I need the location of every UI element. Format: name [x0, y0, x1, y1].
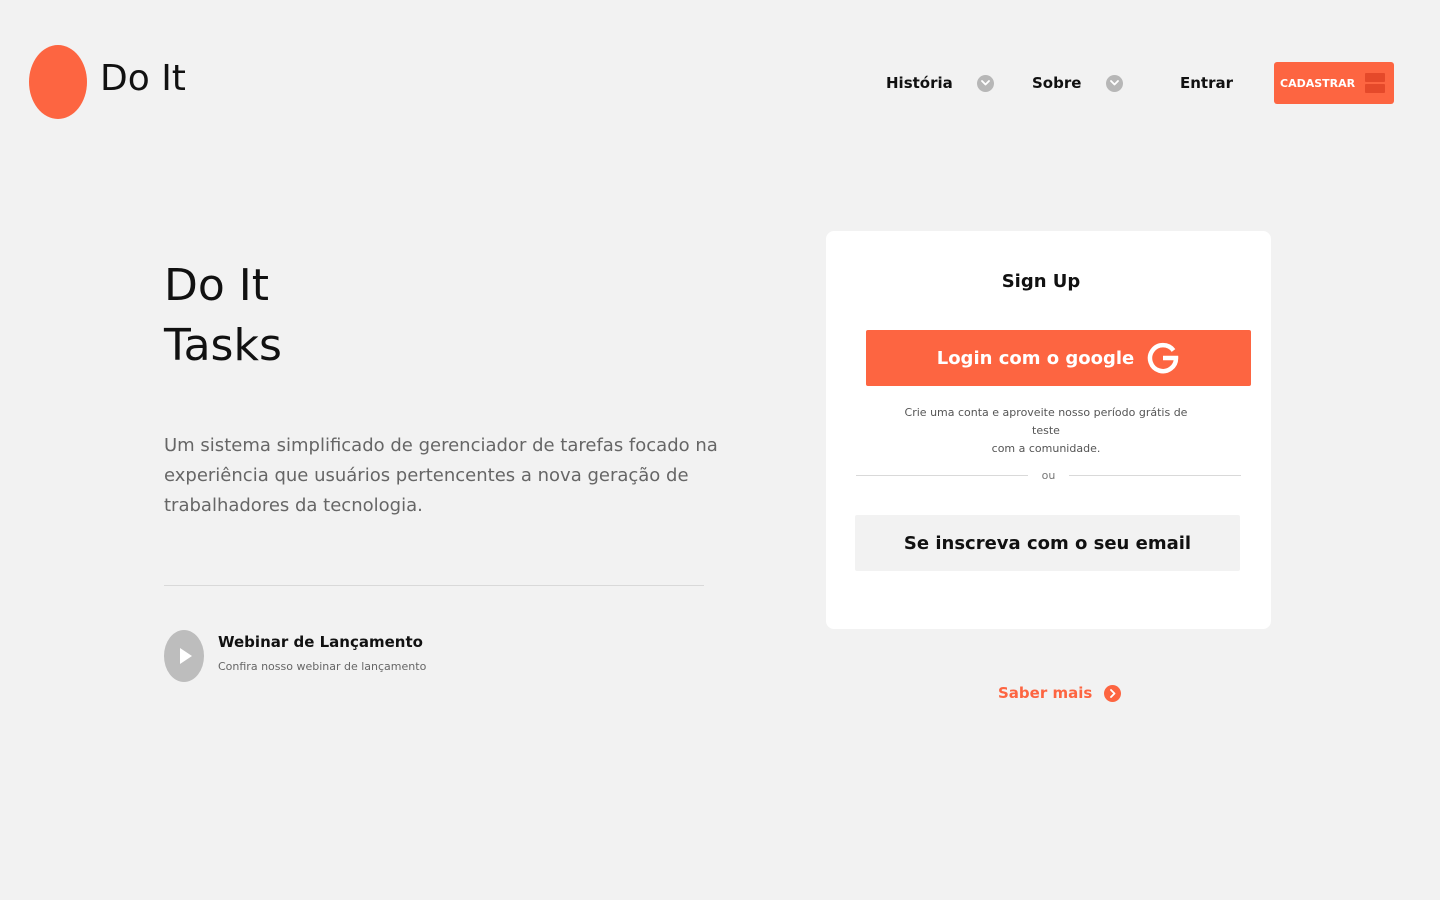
logo[interactable]: Do It: [29, 45, 186, 119]
nav-sobre-label: Sobre: [1032, 74, 1082, 92]
webinar-link[interactable]: Webinar de Lançamento Confira nosso webi…: [164, 630, 426, 682]
cadastrar-button[interactable]: CADASTRAR: [1274, 62, 1394, 104]
signup-note-line2: com a comunidade.: [991, 442, 1101, 455]
saber-mais-label: Saber mais: [998, 684, 1093, 702]
logo-circle: [29, 45, 87, 119]
cadastrar-label: CADASTRAR: [1280, 76, 1356, 90]
nav-item-sobre[interactable]: Sobre: [1032, 74, 1180, 92]
webinar-title: Webinar de Lançamento: [218, 633, 423, 651]
signup-note: Crie uma conta e aproveite nosso período…: [896, 404, 1196, 458]
chevron-down-icon: [976, 74, 994, 92]
email-signup-button[interactable]: Se inscreva com o seu email: [855, 515, 1240, 571]
signup-note-line1: Crie uma conta e aproveite nosso período…: [904, 406, 1188, 437]
saber-mais-link[interactable]: Saber mais: [998, 684, 1122, 702]
hero-divider: [164, 585, 704, 586]
stack-icon: [1365, 73, 1385, 93]
hero-description: Um sistema simplificado de gerenciador d…: [164, 435, 718, 516]
top-nav: História Sobre Entrar CADASTRAR: [886, 62, 1394, 104]
signup-card: Sign Up Login com o google Crie uma cont…: [826, 231, 1271, 629]
or-text: ou: [1041, 469, 1056, 482]
divider-line-left: [856, 475, 1028, 476]
google-icon: [1146, 341, 1180, 375]
email-signup-label: Se inscreva com o seu email: [903, 532, 1192, 554]
nav-item-entrar[interactable]: Entrar: [1180, 74, 1274, 92]
or-divider: ou: [856, 469, 1242, 482]
nav-historia-label: História: [886, 74, 953, 92]
google-login-label: Login com o google: [936, 347, 1135, 369]
logo-text: Do It: [100, 57, 186, 99]
hero-title-line1: Do It: [164, 260, 270, 311]
play-icon[interactable]: [164, 630, 204, 682]
nav-entrar-label: Entrar: [1180, 74, 1234, 92]
google-login-button[interactable]: Login com o google: [866, 330, 1251, 386]
signup-title: Sign Up: [1001, 271, 1081, 292]
nav-item-historia[interactable]: História: [886, 74, 1032, 92]
webinar-subtitle: Confira nosso webinar de lançamento: [218, 660, 427, 673]
hero-title: Do It Tasks: [164, 256, 282, 376]
divider-line-right: [1069, 475, 1242, 476]
hero-title-line2: Tasks: [164, 320, 282, 371]
chevron-down-icon: [1106, 74, 1124, 92]
chevron-right-icon: [1104, 684, 1122, 702]
webinar-text: Webinar de Lançamento Confira nosso webi…: [218, 633, 426, 673]
